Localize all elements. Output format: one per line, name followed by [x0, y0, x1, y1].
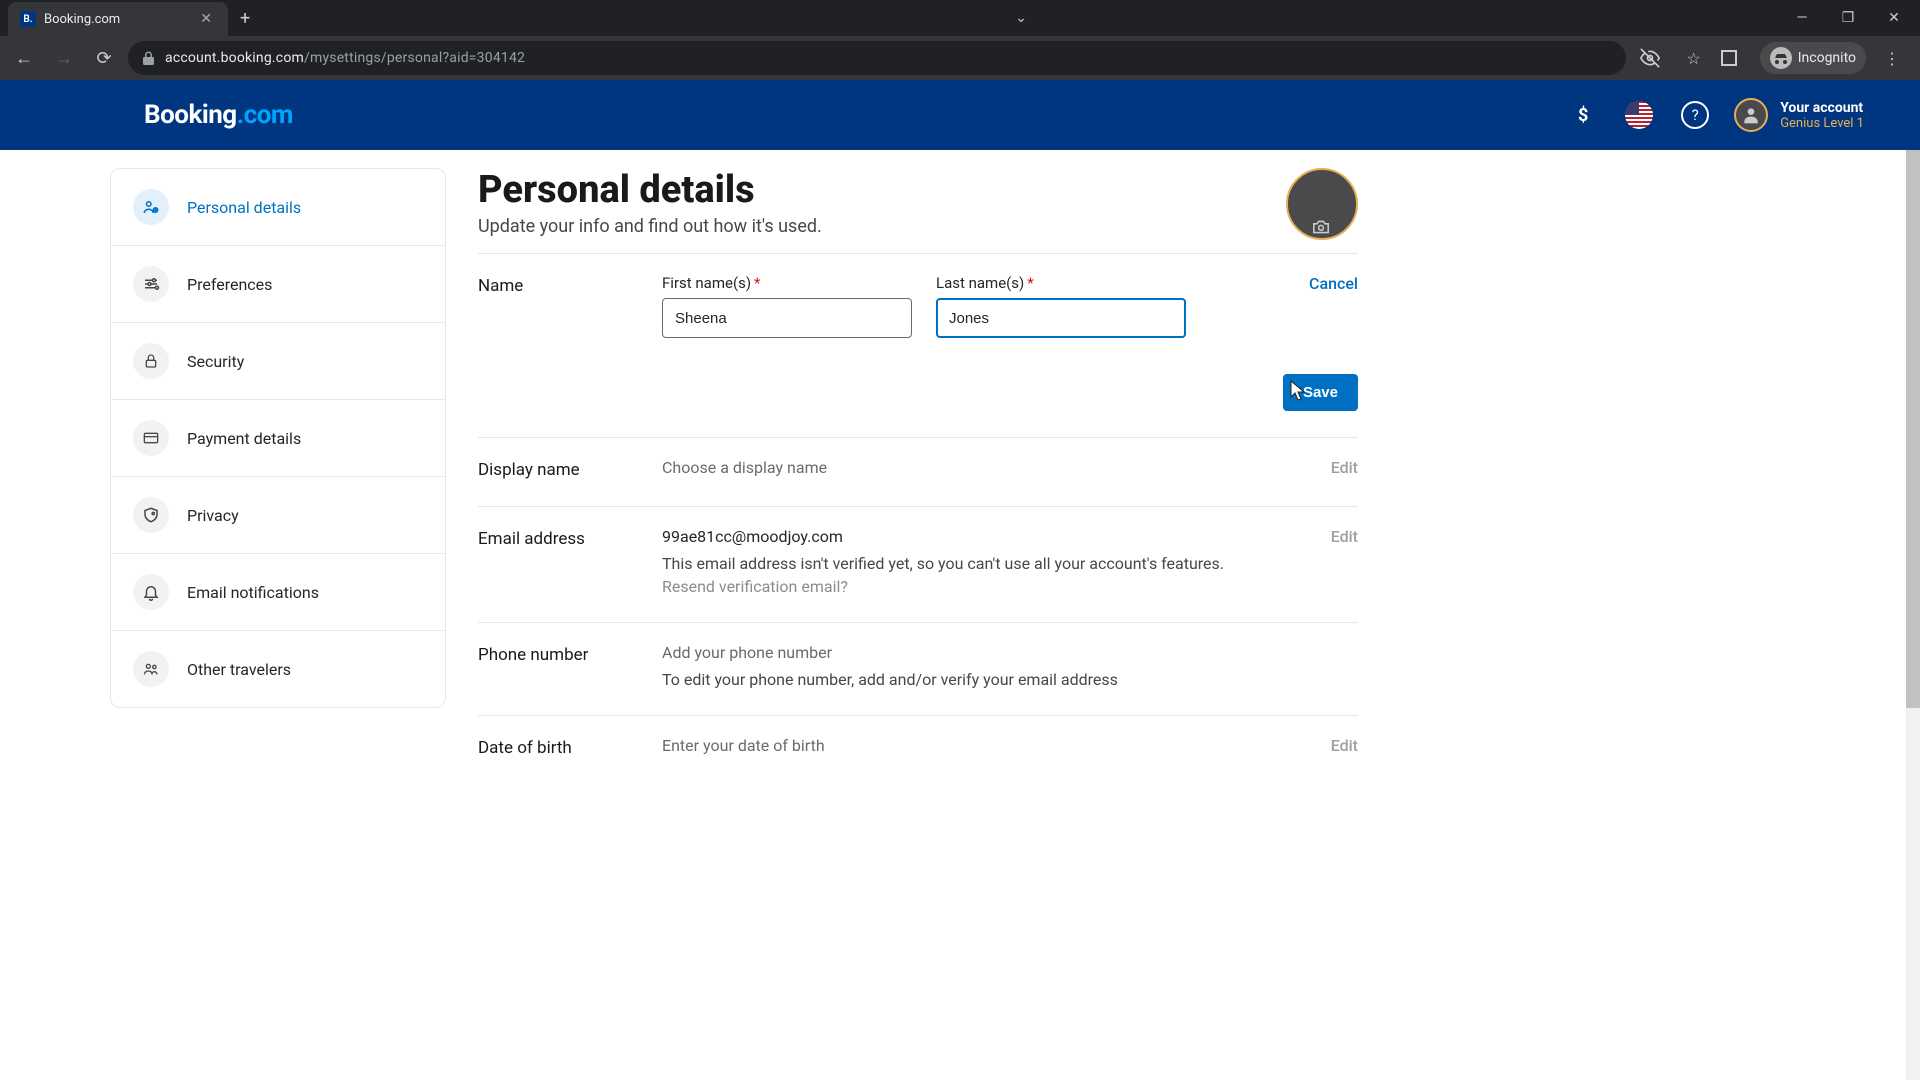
shield-icon [133, 497, 169, 533]
email-value: 99ae81cc@moodjoy.com [662, 527, 1260, 546]
settings-sidebar: Personal details Preferences Security Pa… [110, 168, 446, 708]
section-dob: Date of birth Enter your date of birth E… [478, 715, 1358, 784]
extensions-icon[interactable] [1720, 49, 1748, 67]
cancel-link[interactable]: Cancel [1309, 274, 1358, 293]
reload-button[interactable]: ⟳ [88, 42, 120, 74]
url-text: account.booking.com/mysettings/personal?… [165, 50, 525, 66]
maximize-button[interactable]: ❐ [1826, 2, 1870, 34]
incognito-icon [1770, 47, 1792, 69]
sidebar-item-label: Payment details [187, 429, 301, 448]
language-button[interactable] [1622, 98, 1656, 132]
resend-verification-link[interactable]: Resend verification email? [662, 577, 1260, 596]
help-button[interactable]: ? [1678, 98, 1712, 132]
section-display-name: Display name Choose a display name Edit [478, 437, 1358, 506]
tab-title: Booking.com [44, 12, 188, 27]
tabs-dropdown-icon[interactable]: ⌄ [1005, 10, 1037, 26]
first-name-input[interactable] [662, 298, 912, 338]
bell-icon [133, 574, 169, 610]
section-label-phone: Phone number [478, 643, 654, 665]
main-content: Personal details Update your info and fi… [478, 168, 1358, 1080]
scrollbar-thumb[interactable] [1906, 150, 1920, 708]
help-icon: ? [1681, 101, 1709, 129]
logo[interactable]: Booking.com [144, 100, 293, 130]
tab-bar: B. Booking.com ✕ + ⌄ ― ❐ ✕ [0, 0, 1920, 36]
edit-email[interactable]: Edit [1331, 527, 1358, 546]
favicon: B. [20, 11, 36, 27]
sidebar-item-label: Personal details [187, 198, 301, 217]
browser-tab[interactable]: B. Booking.com ✕ [8, 2, 228, 36]
back-button[interactable]: ← [8, 42, 40, 74]
sidebar-item-label: Privacy [187, 506, 239, 525]
sidebar-item-email-notifications[interactable]: Email notifications [111, 554, 445, 631]
sidebar-item-payment[interactable]: Payment details [111, 400, 445, 477]
account-menu[interactable]: Your account Genius Level 1 [1734, 98, 1864, 132]
sidebar-item-label: Preferences [187, 275, 272, 294]
dob-placeholder: Enter your date of birth [662, 736, 825, 755]
sidebar-item-security[interactable]: Security [111, 323, 445, 400]
incognito-indicator[interactable]: Incognito [1760, 42, 1866, 74]
site-header: Booking.com $ ? Your account Genius Leve… [0, 80, 1920, 150]
section-label-dob: Date of birth [478, 736, 654, 758]
close-window-button[interactable]: ✕ [1872, 2, 1916, 34]
profile-photo-button[interactable] [1286, 168, 1358, 240]
sliders-icon [133, 266, 169, 302]
browser-toolbar: ← → ⟳ account.booking.com/mysettings/per… [0, 36, 1920, 80]
save-button-label: Save [1303, 384, 1338, 401]
eye-off-icon[interactable] [1640, 48, 1668, 68]
address-bar[interactable]: account.booking.com/mysettings/personal?… [128, 41, 1626, 75]
lock-icon [133, 343, 169, 379]
us-flag-icon [1625, 101, 1653, 129]
forward-button[interactable]: → [48, 42, 80, 74]
sidebar-item-personal-details[interactable]: Personal details [111, 169, 445, 246]
section-email: Email address 99ae81cc@moodjoy.com This … [478, 506, 1358, 622]
currency-button[interactable]: $ [1566, 98, 1600, 132]
email-helper: This email address isn't verified yet, s… [662, 554, 1260, 573]
minimize-button[interactable]: ― [1780, 2, 1824, 34]
sidebar-item-preferences[interactable]: Preferences [111, 246, 445, 323]
section-label-display-name: Display name [478, 458, 654, 480]
sidebar-item-privacy[interactable]: Privacy [111, 477, 445, 554]
section-phone: Phone number Add your phone number To ed… [478, 622, 1358, 715]
avatar [1734, 98, 1768, 132]
sidebar-item-label: Security [187, 352, 244, 371]
edit-display-name[interactable]: Edit [1331, 458, 1358, 477]
display-name-placeholder: Choose a display name [662, 458, 827, 477]
section-label-name: Name [478, 274, 654, 296]
page-subtitle: Update your info and find out how it's u… [478, 216, 1266, 237]
new-tab-button[interactable]: + [228, 8, 262, 29]
section-name: Name First name(s)* Last name(s)* [478, 253, 1358, 437]
people-icon [133, 651, 169, 687]
browser-chrome: B. Booking.com ✕ + ⌄ ― ❐ ✕ ← → ⟳ account… [0, 0, 1920, 80]
window-controls: ― ❐ ✕ [1780, 2, 1920, 34]
close-icon[interactable]: ✕ [196, 11, 216, 27]
menu-icon[interactable]: ⋮ [1878, 49, 1906, 68]
section-label-email: Email address [478, 527, 654, 549]
credit-card-icon [133, 420, 169, 456]
last-name-input[interactable] [936, 298, 1186, 338]
save-button[interactable]: Save [1283, 374, 1358, 411]
sidebar-item-label: Email notifications [187, 583, 319, 602]
page-title: Personal details [478, 168, 1266, 212]
edit-dob[interactable]: Edit [1331, 736, 1358, 755]
phone-helper: To edit your phone number, add and/or ve… [662, 670, 1260, 689]
incognito-label: Incognito [1798, 50, 1856, 66]
user-plus-icon [133, 189, 169, 225]
phone-placeholder: Add your phone number [662, 643, 1260, 662]
scrollbar[interactable] [1906, 150, 1920, 1080]
first-name-label: First name(s)* [662, 274, 912, 292]
star-icon[interactable]: ☆ [1680, 49, 1708, 68]
account-name: Your account [1780, 100, 1864, 116]
account-level: Genius Level 1 [1780, 116, 1864, 131]
page-body: Personal details Preferences Security Pa… [0, 150, 1920, 1080]
camera-icon [1285, 215, 1357, 239]
last-name-label: Last name(s)* [936, 274, 1186, 292]
sidebar-item-other-travelers[interactable]: Other travelers [111, 631, 445, 707]
sidebar-item-label: Other travelers [187, 660, 291, 679]
lock-icon [142, 51, 155, 65]
